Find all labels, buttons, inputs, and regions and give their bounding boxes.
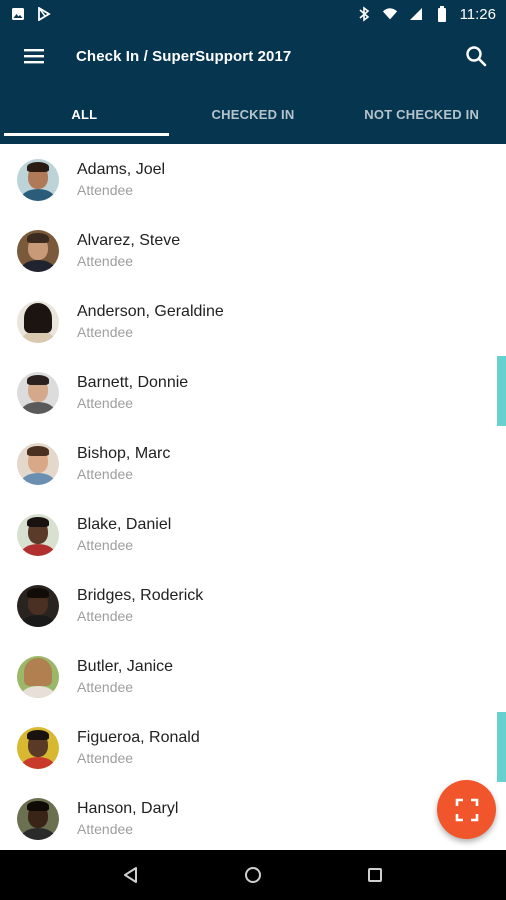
tab-checked-in[interactable]: CHECKED IN: [169, 88, 338, 140]
hamburger-menu-icon[interactable]: [14, 36, 54, 76]
status-bar-left: [10, 6, 52, 22]
status-time: 11:26: [459, 5, 496, 23]
back-icon[interactable]: [111, 855, 151, 895]
cell-signal-icon: [408, 6, 424, 22]
avatar: [17, 797, 59, 840]
status-bar-right: 11:26: [356, 6, 496, 23]
recents-icon[interactable]: [355, 855, 395, 895]
attendee-name: Adams, Joel: [77, 160, 166, 178]
attendee-name: Alvarez, Steve: [77, 231, 181, 249]
avatar: [17, 371, 59, 414]
attendee-name: Hanson, Daryl: [77, 799, 179, 817]
scan-icon: [455, 798, 479, 822]
attendee-role: Attendee: [77, 607, 134, 624]
attendee-role: Attendee: [77, 323, 134, 340]
scan-button[interactable]: [437, 780, 496, 839]
attendee-name: Butler, Janice: [77, 657, 174, 675]
attendee-list[interactable]: Adams, Joel Attendee Alvarez, Steve Attend…: [0, 144, 506, 850]
attendee-role: Attendee: [77, 252, 134, 269]
attendee-role: Attendee: [77, 465, 134, 482]
avatar: [17, 584, 59, 627]
fast-scroll-marker[interactable]: [497, 712, 506, 782]
page-title: Check In / SuperSupport 2017: [76, 47, 292, 65]
attendee-role: Attendee: [77, 678, 134, 695]
avatar: [17, 655, 59, 698]
attendee-role: Attendee: [77, 749, 134, 766]
attendee-role: Attendee: [77, 181, 134, 198]
list-item[interactable]: Bridges, Roderick Attendee: [0, 570, 506, 641]
avatar: [17, 726, 59, 769]
app-bar: Check In / SuperSupport 2017 ALL CHECKED…: [0, 28, 506, 144]
attendee-name: Bishop, Marc: [77, 444, 171, 462]
list-item[interactable]: Anderson, Geraldine Attendee: [0, 286, 506, 357]
list-item[interactable]: Butler, Janice Attendee: [0, 641, 506, 712]
avatar: [17, 300, 59, 343]
search-icon[interactable]: [456, 36, 496, 76]
battery-icon: [434, 6, 450, 22]
tab-bar: ALL CHECKED IN NOT CHECKED IN: [0, 88, 506, 140]
list-item[interactable]: Bishop, Marc Attendee: [0, 428, 506, 499]
tab-all[interactable]: ALL: [0, 88, 169, 140]
attendee-role: Attendee: [77, 820, 134, 837]
avatar: [17, 513, 59, 556]
home-icon[interactable]: [233, 855, 273, 895]
avatar: [17, 158, 59, 201]
list-item[interactable]: Adams, Joel Attendee: [0, 144, 506, 215]
bluetooth-icon: [356, 6, 372, 22]
attendee-role: Attendee: [77, 394, 134, 411]
attendee-name: Figueroa, Ronald: [77, 728, 200, 746]
attendee-role: Attendee: [77, 536, 134, 553]
play-store-icon: [36, 6, 52, 22]
attendee-name: Anderson, Geraldine: [77, 302, 224, 320]
toolbar: Check In / SuperSupport 2017: [0, 28, 506, 84]
attendee-name: Barnett, Donnie: [77, 373, 189, 391]
system-nav-bar: [0, 850, 506, 900]
list-item[interactable]: Hanson, Daryl Attendee: [0, 783, 506, 850]
attendee-name: Blake, Daniel: [77, 515, 172, 533]
list-item[interactable]: Barnett, Donnie Attendee: [0, 357, 506, 428]
attendee-name: Bridges, Roderick: [77, 586, 204, 604]
wifi-icon: [382, 6, 398, 22]
avatar: [17, 229, 59, 272]
list-item[interactable]: Alvarez, Steve Attendee: [0, 215, 506, 286]
avatar: [17, 442, 59, 485]
image-icon: [10, 6, 26, 22]
fast-scroll-marker[interactable]: [497, 356, 506, 426]
list-item[interactable]: Figueroa, Ronald Attendee: [0, 712, 506, 783]
tab-not-checked-in[interactable]: NOT CHECKED IN: [337, 88, 506, 140]
status-bar: 11:26: [0, 0, 506, 28]
list-item[interactable]: Blake, Daniel Attendee: [0, 499, 506, 570]
